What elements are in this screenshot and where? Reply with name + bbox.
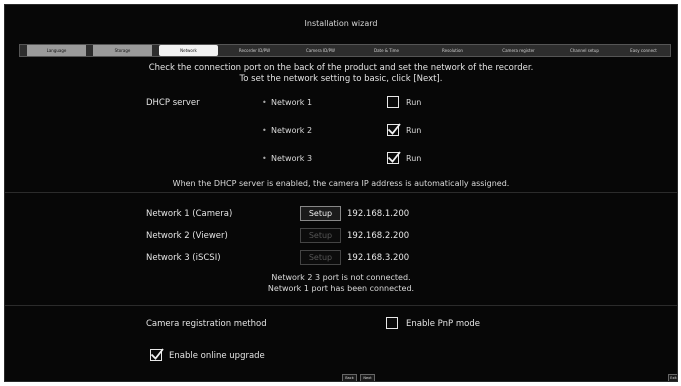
network-2-ip: 192.168.2.200: [347, 231, 410, 241]
enable-pnp-mode-checkbox[interactable]: [386, 317, 398, 329]
tab-storage[interactable]: Storage: [93, 45, 152, 56]
dhcp-network-1-run-label: Run: [406, 98, 422, 107]
tab-camera-id-pw[interactable]: Camera ID/PW: [291, 45, 350, 56]
window-title: Installation wizard: [304, 19, 378, 28]
dhcp-network-3-label: Network 3: [271, 154, 313, 163]
network-2-setup-button[interactable]: Setup: [300, 228, 341, 243]
checkmark-icon: [150, 348, 164, 360]
intro-line-2: To set the network setting to basic, cli…: [239, 74, 443, 84]
network-2-bullet: •: [262, 126, 267, 135]
enable-online-upgrade-checkbox[interactable]: [150, 348, 164, 361]
dhcp-network-1-label: Network 1: [271, 98, 313, 107]
enable-pnp-mode-label: Enable PnP mode: [406, 319, 480, 329]
port-status-line-2: Network 1 port has been connected.: [267, 284, 415, 293]
network-2-viewer-label: Network 2 (Viewer): [146, 231, 228, 241]
tab-network[interactable]: Network: [159, 45, 218, 56]
section-divider: [5, 305, 677, 306]
tab-date-time[interactable]: Date & Time: [357, 45, 416, 56]
next-button[interactable]: Next: [360, 374, 375, 381]
network-3-iscsi-label: Network 3 (iSCSI): [146, 253, 221, 263]
tab-camera-register[interactable]: Camera register: [489, 45, 548, 56]
dhcp-network-2-run-checkbox[interactable]: [387, 123, 401, 136]
dhcp-network-3-run-checkbox[interactable]: [387, 151, 401, 164]
installation-wizard-window: Installation wizard Language Storage Net…: [4, 4, 678, 382]
dhcp-network-2-label: Network 2: [271, 126, 313, 135]
wizard-tab-bar: Language Storage Network Recorder ID/PW …: [19, 44, 671, 57]
network-1-camera-label: Network 1 (Camera): [146, 209, 233, 219]
port-status-line-1: Network 2 3 port is not connected.: [271, 273, 411, 282]
exit-button[interactable]: Exit: [668, 374, 677, 381]
tab-language[interactable]: Language: [27, 45, 86, 56]
checkmark-icon: [387, 151, 401, 163]
dhcp-network-1-run-checkbox[interactable]: [387, 96, 399, 108]
back-button[interactable]: Back: [342, 374, 357, 381]
checkmark-icon: [387, 123, 401, 135]
intro-line-1: Check the connection port on the back of…: [148, 63, 534, 73]
network-3-ip: 192.168.3.200: [347, 253, 410, 263]
network-1-bullet: •: [262, 98, 267, 107]
section-divider: [5, 192, 677, 193]
dhcp-network-2-run-label: Run: [406, 126, 422, 135]
tab-recorder-id-pw[interactable]: Recorder ID/PW: [225, 45, 284, 56]
dhcp-network-3-run-label: Run: [406, 154, 422, 163]
dhcp-note: When the DHCP server is enabled, the cam…: [172, 179, 510, 188]
camera-registration-method-label: Camera registration method: [146, 319, 267, 329]
network-3-bullet: •: [262, 154, 267, 163]
enable-online-upgrade-label: Enable online upgrade: [169, 351, 265, 361]
tab-easy-connect[interactable]: Easy connect: [614, 45, 673, 56]
network-1-setup-button[interactable]: Setup: [300, 206, 341, 221]
network-1-ip: 192.168.1.200: [347, 209, 410, 219]
tab-resolution[interactable]: Resolution: [423, 45, 482, 56]
dhcp-server-label: DHCP server: [146, 98, 200, 108]
tab-channel-setup[interactable]: Channel setup: [555, 45, 614, 56]
network-3-setup-button[interactable]: Setup: [300, 250, 341, 265]
